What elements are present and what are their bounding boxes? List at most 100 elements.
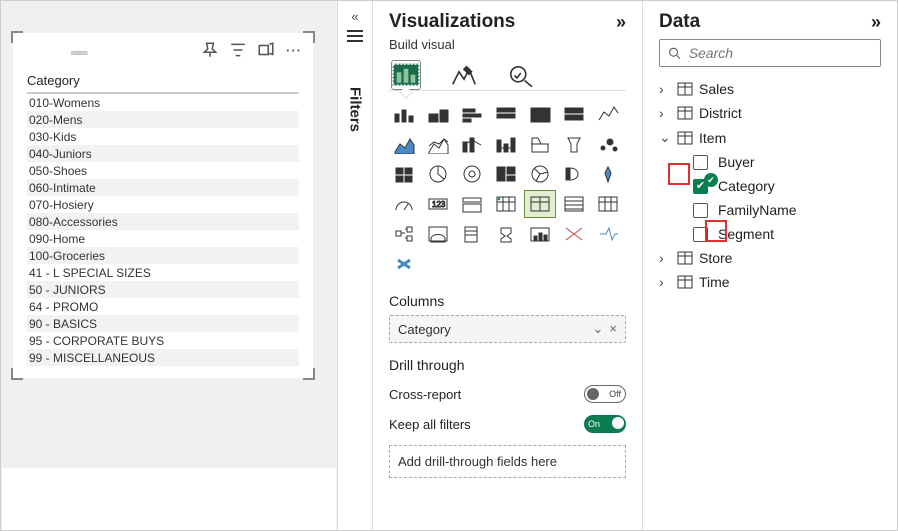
viz-type-37[interactable]: [457, 251, 487, 277]
more-options-icon[interactable]: ···: [285, 41, 303, 59]
table-row[interactable]: 50 - JUNIORS: [27, 281, 299, 298]
table-row[interactable]: 050-Shoes: [27, 162, 299, 179]
cross-report-toggle[interactable]: Off: [584, 385, 626, 403]
visualizations-title: Visualizations: [389, 11, 515, 33]
viz-type-10[interactable]: [491, 131, 521, 157]
remove-field-icon[interactable]: ×: [609, 321, 617, 337]
table-district[interactable]: › District: [659, 101, 881, 125]
viz-type-35[interactable]: [389, 251, 419, 277]
viz-type-33[interactable]: [559, 221, 589, 247]
chevron-right-icon: ›: [659, 105, 671, 121]
table-row[interactable]: 41 - L SPECIAL SIZES: [27, 264, 299, 281]
viz-type-0[interactable]: [389, 101, 419, 127]
table-icon: [677, 131, 693, 145]
viz-type-25[interactable]: [525, 191, 555, 217]
visualization-gallery: 123: [389, 101, 626, 277]
focus-mode-icon[interactable]: [257, 41, 275, 59]
table-row[interactable]: 64 - PROMO: [27, 298, 299, 315]
field-buyer[interactable]: Buyer: [659, 150, 881, 174]
keep-filters-toggle[interactable]: On: [584, 415, 626, 433]
fields-search-box[interactable]: [659, 39, 881, 67]
cross-report-label: Cross-report: [389, 387, 461, 402]
table-row[interactable]: 090-Home: [27, 230, 299, 247]
viz-type-20[interactable]: [593, 161, 623, 187]
drag-handle-icon[interactable]: ══: [71, 45, 85, 60]
data-pane: Data » › Sales › District ⌄ Item Buyer ✔: [643, 1, 897, 530]
viz-type-26[interactable]: [559, 191, 589, 217]
field-segment[interactable]: Segment: [659, 222, 881, 246]
viz-type-34[interactable]: [593, 221, 623, 247]
field-familyname[interactable]: FamilyName: [659, 198, 881, 222]
visualizations-pane: Visualizations » Build visual 123 Column…: [373, 1, 643, 530]
table-row[interactable]: 080-Accessories: [27, 213, 299, 230]
viz-type-36[interactable]: [423, 251, 453, 277]
viz-type-3[interactable]: [491, 101, 521, 127]
table-column-header[interactable]: Category: [27, 73, 299, 94]
table-time[interactable]: › Time: [659, 270, 881, 294]
field-category[interactable]: ✔ Category: [659, 174, 881, 198]
viz-type-23[interactable]: [457, 191, 487, 217]
table-row[interactable]: 95 - CORPORATE BUYS: [27, 332, 299, 349]
viz-type-22[interactable]: 123: [423, 191, 453, 217]
viz-type-21[interactable]: [389, 191, 419, 217]
build-visual-tab[interactable]: [391, 60, 421, 90]
viz-type-2[interactable]: [457, 101, 487, 127]
viz-type-16[interactable]: [457, 161, 487, 187]
table-icon: [677, 275, 693, 289]
viz-type-8[interactable]: [423, 131, 453, 157]
table-store[interactable]: › Store: [659, 246, 881, 270]
format-visual-tab[interactable]: [449, 60, 479, 90]
analytics-tab[interactable]: [507, 60, 537, 90]
viz-type-4[interactable]: [525, 101, 555, 127]
expand-filters-icon[interactable]: «: [338, 1, 372, 24]
table-row[interactable]: 100-Groceries: [27, 247, 299, 264]
viz-type-15[interactable]: [423, 161, 453, 187]
viz-type-1[interactable]: [423, 101, 453, 127]
table-row[interactable]: 010-Womens: [27, 94, 299, 111]
table-row[interactable]: 060-Intimate: [27, 179, 299, 196]
table-sales[interactable]: › Sales: [659, 77, 881, 101]
viz-type-18[interactable]: [525, 161, 555, 187]
viz-type-29[interactable]: [423, 221, 453, 247]
table-icon: [677, 106, 693, 120]
viz-type-27[interactable]: [593, 191, 623, 217]
report-canvas[interactable]: ══ ··· Category 010-Womens020-Mens030-Ki…: [1, 1, 337, 530]
collapse-data-icon[interactable]: »: [871, 12, 881, 33]
checkbox[interactable]: [693, 203, 708, 218]
viz-type-17[interactable]: [491, 161, 521, 187]
collapse-viz-icon[interactable]: »: [616, 12, 626, 33]
checkbox[interactable]: [693, 155, 708, 170]
fields-search-input[interactable]: [687, 44, 872, 62]
table-visual[interactable]: ══ ··· Category 010-Womens020-Mens030-Ki…: [13, 33, 313, 378]
filters-pane-label: Filters: [347, 87, 364, 132]
chevron-down-icon[interactable]: ⌄: [593, 321, 604, 337]
table-row[interactable]: 030-Kids: [27, 128, 299, 145]
viz-type-30[interactable]: [457, 221, 487, 247]
viz-type-9[interactable]: [457, 131, 487, 157]
viz-type-6[interactable]: [593, 101, 623, 127]
chevron-right-icon: ›: [659, 274, 671, 290]
viz-type-11[interactable]: [525, 131, 555, 157]
table-row[interactable]: 99 - MISCELLANEOUS: [27, 349, 299, 366]
table-row[interactable]: 020-Mens: [27, 111, 299, 128]
viz-type-5[interactable]: [559, 101, 589, 127]
table-item[interactable]: ⌄ Item: [659, 125, 881, 150]
table-row[interactable]: 070-Hosiery: [27, 196, 299, 213]
viz-type-28[interactable]: [389, 221, 419, 247]
checkbox[interactable]: [693, 227, 708, 242]
columns-field-well[interactable]: Category ⌄ ×: [389, 315, 626, 343]
viz-type-7[interactable]: [389, 131, 419, 157]
pin-icon[interactable]: [201, 41, 219, 59]
viz-type-32[interactable]: [525, 221, 555, 247]
table-row[interactable]: 040-Juniors: [27, 145, 299, 162]
viz-type-12[interactable]: [559, 131, 589, 157]
viz-type-14[interactable]: [389, 161, 419, 187]
filter-icon[interactable]: [229, 41, 247, 59]
viz-type-31[interactable]: [491, 221, 521, 247]
viz-type-24[interactable]: [491, 191, 521, 217]
viz-type-13[interactable]: [593, 131, 623, 157]
table-row[interactable]: 90 - BASICS: [27, 315, 299, 332]
filters-pane-collapsed[interactable]: « Filters: [337, 1, 373, 530]
drillthrough-field-well[interactable]: Add drill-through fields here: [389, 445, 626, 478]
viz-type-19[interactable]: [559, 161, 589, 187]
